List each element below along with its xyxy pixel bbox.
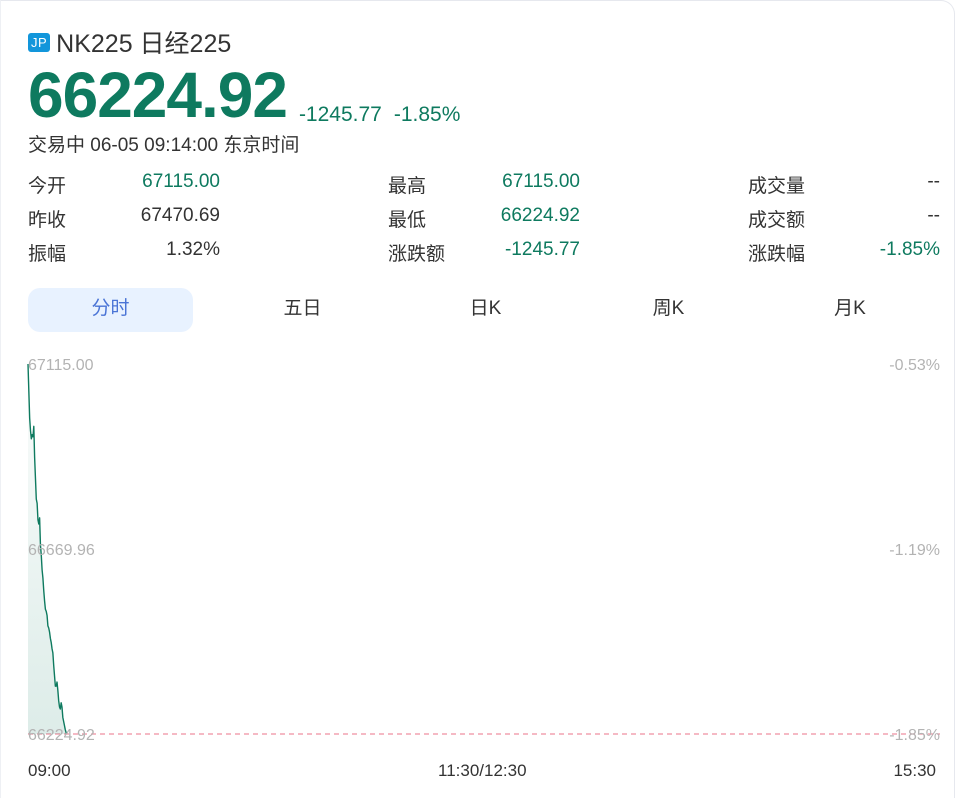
stat-value: 1.32% <box>166 239 220 260</box>
last-price: 66224.92 <box>28 59 288 131</box>
quote-card: JP NK225 日经225 66224.92 -1245.77 -1.85% … <box>0 0 955 798</box>
x-tick-label: 11:30/12:30 <box>438 761 527 780</box>
x-tick-label: 15:30 <box>893 761 936 780</box>
y-tick-label-right: -1.85% <box>889 727 940 744</box>
stat-turnover: 成交额 -- <box>748 205 940 239</box>
y-tick-label-left: 66224.92 <box>28 727 95 744</box>
stat-value: 66224.92 <box>500 205 580 226</box>
price-change-percent: -1.85% <box>393 103 461 126</box>
stat-change-amount: 涨跌额 -1245.77 <box>388 239 580 273</box>
stat-amplitude: 振幅 1.32% <box>28 239 220 273</box>
index-title: NK225 日经225 <box>56 30 232 58</box>
stat-open: 今开 67115.00 <box>28 171 220 205</box>
tab-monthly-k[interactable]: 月K <box>760 288 940 332</box>
y-tick-label-left: 67115.00 <box>28 357 94 374</box>
intraday-chart: 67115.00 -0.53% 66669.96 -1.19% 66224.92 -1.8… <box>27 357 940 744</box>
stat-prev-close: 昨收 67470.69 <box>28 205 220 239</box>
tab-five-day[interactable]: 五日 <box>211 288 394 332</box>
price-change: -1245.77 <box>298 103 382 126</box>
stat-label: 涨跌幅 <box>748 244 806 265</box>
stat-label: 最低 <box>388 210 427 231</box>
tab-intraday[interactable]: 分时 <box>28 288 193 332</box>
period-tabs: 分时 五日 日K 周K 月K <box>28 288 940 332</box>
stat-label: 今开 <box>28 176 67 197</box>
stat-change-percent: 涨跌幅 -1.85% <box>748 239 940 273</box>
stat-value: -1.85% <box>879 239 940 260</box>
stat-value: -- <box>927 171 940 192</box>
market-badge: JP <box>28 32 51 52</box>
stat-value: -1245.77 <box>504 239 580 260</box>
stat-high: 最高 67115.00 <box>388 171 580 205</box>
stat-label: 振幅 <box>28 244 67 265</box>
tab-weekly-k[interactable]: 周K <box>577 288 760 332</box>
stat-value: 67115.00 <box>142 171 220 192</box>
stat-label: 成交额 <box>748 210 806 231</box>
stat-volume: 成交量 -- <box>748 171 940 205</box>
stat-label: 涨跌额 <box>388 244 446 265</box>
stat-label: 最高 <box>388 176 427 197</box>
y-tick-label-left: 66669.96 <box>28 542 95 559</box>
y-tick-label-right: -1.19% <box>889 542 940 559</box>
stat-label: 昨收 <box>28 210 67 231</box>
title-row: JP NK225 日经225 <box>28 24 231 60</box>
stat-value: -- <box>927 205 940 226</box>
stat-low: 最低 66224.92 <box>388 205 580 239</box>
y-tick-label-right: -0.53% <box>889 357 940 374</box>
stat-label: 成交量 <box>748 176 806 197</box>
trading-status: 交易中 06-05 09:14:00 东京时间 <box>28 135 300 156</box>
stat-value: 67115.00 <box>502 171 580 192</box>
price-row: 66224.92 -1245.77 -1.85% <box>28 59 460 131</box>
x-tick-label: 09:00 <box>28 761 71 780</box>
stat-value: 67470.69 <box>140 205 220 226</box>
tab-daily-k[interactable]: 日K <box>394 288 577 332</box>
